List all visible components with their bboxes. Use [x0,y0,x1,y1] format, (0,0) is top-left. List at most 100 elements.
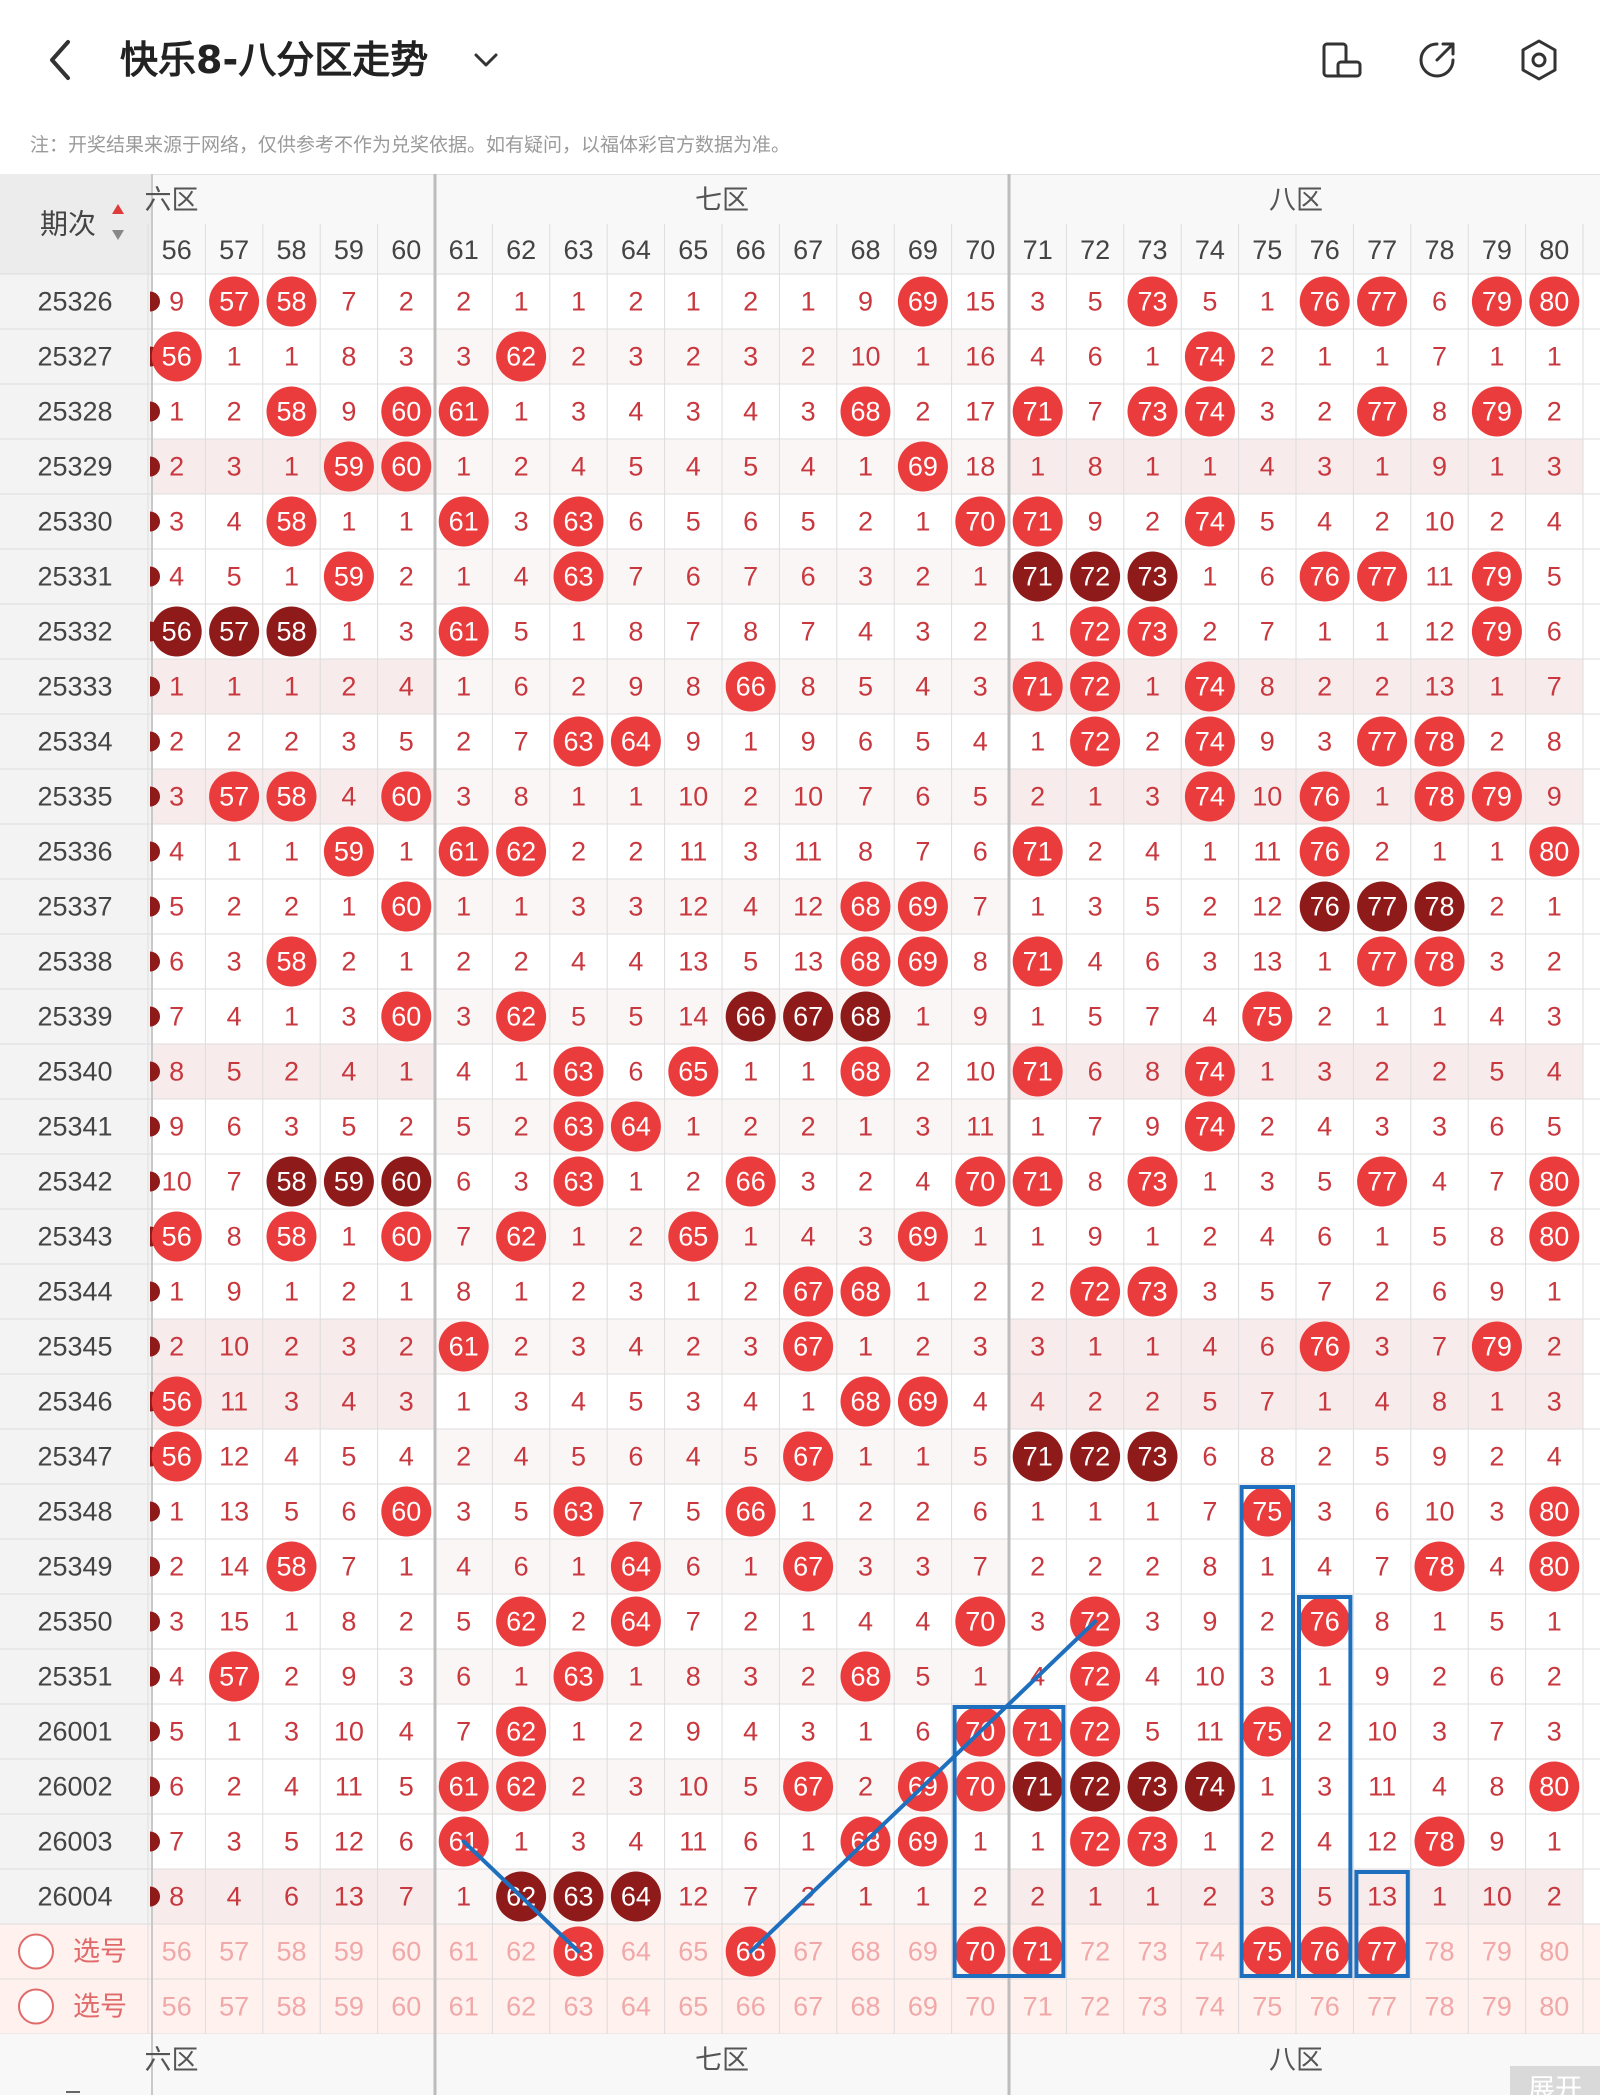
selectable-number[interactable]: 57 [219,1937,249,1967]
period-header-label[interactable]: 期次 [40,209,96,240]
selectable-number[interactable]: 73 [1137,1937,1167,1967]
selectable-number[interactable]: 77 [1367,1992,1397,2022]
miss-count: 5 [514,1497,529,1527]
column-number-header: 69 [908,235,938,265]
selectable-number[interactable]: 62 [506,1937,536,1967]
hit-ball: 70 [955,496,1006,547]
miss-count: 3 [973,1332,988,1362]
selectable-number[interactable]: 68 [850,1937,880,1967]
miss-count: 4 [1145,837,1160,867]
ball-number: 69 [908,452,938,482]
selectable-number[interactable]: 72 [1080,1992,1110,2022]
selectable-number[interactable]: 76 [1310,1992,1340,2022]
selectable-number[interactable]: 62 [506,1992,536,2022]
ball-number: 69 [908,1387,938,1417]
landscape-phone-icon[interactable] [1318,36,1366,84]
miss-count: 1 [1030,452,1045,482]
selectable-number[interactable]: 74 [1195,1992,1225,2022]
miss-count: 1 [915,507,930,537]
ball-number: 73 [1137,1442,1167,1472]
selectable-number[interactable]: 63 [563,1992,593,2022]
miss-count: 1 [571,617,586,647]
column-number-header: 66 [736,235,766,265]
selectable-number[interactable]: 70 [965,1992,995,2022]
selected-number-ball[interactable]: 70 [955,1926,1006,1977]
miss-count: 1 [1030,617,1045,647]
miss-count: 2 [227,1772,242,1802]
miss-count: 5 [915,1662,930,1692]
miss-count: 3 [1375,1112,1390,1142]
selectable-number[interactable]: 72 [1080,1937,1110,1967]
miss-count: 2 [743,1277,758,1307]
miss-count: 13 [1424,672,1454,702]
select-radio[interactable] [18,1933,54,1970]
miss-count: 9 [1432,452,1447,482]
ball-number: 60 [391,782,421,812]
miss-count: 2 [1145,727,1160,757]
hit-ball: 71 [1012,386,1063,437]
miss-count: 1 [341,507,356,537]
selectable-number[interactable]: 64 [621,1992,651,2022]
selectable-number[interactable]: 68 [850,1992,880,2022]
selectable-number[interactable]: 80 [1539,1992,1569,2022]
selectable-number[interactable]: 69 [908,1992,938,2022]
miss-count: 10 [1424,507,1454,537]
ball-number: 73 [1137,1772,1167,1802]
ball-number: 56 [162,1222,192,1252]
selected-number-ball[interactable]: 75 [1242,1926,1293,1977]
selectable-number[interactable]: 60 [391,1937,421,1967]
selectable-number[interactable]: 67 [793,1937,823,1967]
miss-count: 1 [399,507,414,537]
selectable-number[interactable]: 69 [908,1937,938,1967]
selectable-number[interactable]: 56 [162,1992,192,2022]
miss-count: 1 [1260,1552,1275,1582]
selectable-number[interactable]: 71 [1023,1992,1053,2022]
hit-ball: 60 [381,991,432,1042]
miss-count: 11 [679,1827,707,1857]
selectable-number[interactable]: 67 [793,1992,823,2022]
back-arrow-icon[interactable] [40,30,80,90]
chevron-down-icon[interactable] [470,44,502,76]
ball-number: 62 [506,342,536,372]
selectable-number[interactable]: 59 [334,1992,364,2022]
selectable-number[interactable]: 64 [621,1937,651,1967]
ball-number: 72 [1080,617,1110,647]
miss-count: 1 [801,1497,816,1527]
ball-number: 79 [1482,617,1512,647]
selected-number-ball[interactable]: 77 [1357,1926,1408,1977]
selectable-number[interactable]: 73 [1137,1992,1167,2022]
selected-number-ball[interactable]: 71 [1012,1926,1063,1977]
selectable-number[interactable]: 58 [276,1992,306,2022]
miss-count: 4 [1088,947,1103,977]
selected-number-ball[interactable]: 76 [1299,1926,1350,1977]
selectable-number[interactable]: 75 [1252,1992,1282,2022]
hit-ball: 59 [323,1156,374,1207]
settings-icon[interactable] [1515,36,1563,84]
page-title[interactable]: 快乐8-八分区走势 [120,30,428,90]
selectable-number[interactable]: 56 [162,1937,192,1967]
selectable-number[interactable]: 65 [678,1937,708,1967]
hit-ball: 72 [1070,1651,1121,1702]
selectable-number[interactable]: 78 [1424,1937,1454,1967]
selectable-number[interactable]: 59 [334,1937,364,1967]
selectable-number[interactable]: 57 [219,1992,249,2022]
selectable-number[interactable]: 80 [1539,1937,1569,1967]
selectable-number[interactable]: 78 [1424,1992,1454,2022]
selectable-number[interactable]: 65 [678,1992,708,2022]
selectable-number[interactable]: 74 [1195,1937,1225,1967]
selectable-number[interactable]: 60 [391,1992,421,2022]
expand-button[interactable]: 展开 [1510,2066,1600,2095]
share-icon[interactable] [1413,36,1461,84]
selectable-number[interactable]: 66 [736,1992,766,2022]
ball-number: 80 [1539,1222,1569,1252]
hit-ball: 61 [438,1761,489,1812]
selectable-number[interactable]: 58 [276,1937,306,1967]
miss-count: 1 [571,1222,586,1252]
select-radio[interactable] [18,1988,54,2025]
selectable-number[interactable]: 79 [1482,1992,1512,2022]
miss-count: 1 [915,1882,930,1912]
miss-count: 13 [1367,1882,1397,1912]
selectable-number[interactable]: 79 [1482,1937,1512,1967]
selectable-number[interactable]: 61 [449,1992,479,2022]
selectable-number[interactable]: 61 [449,1937,479,1967]
